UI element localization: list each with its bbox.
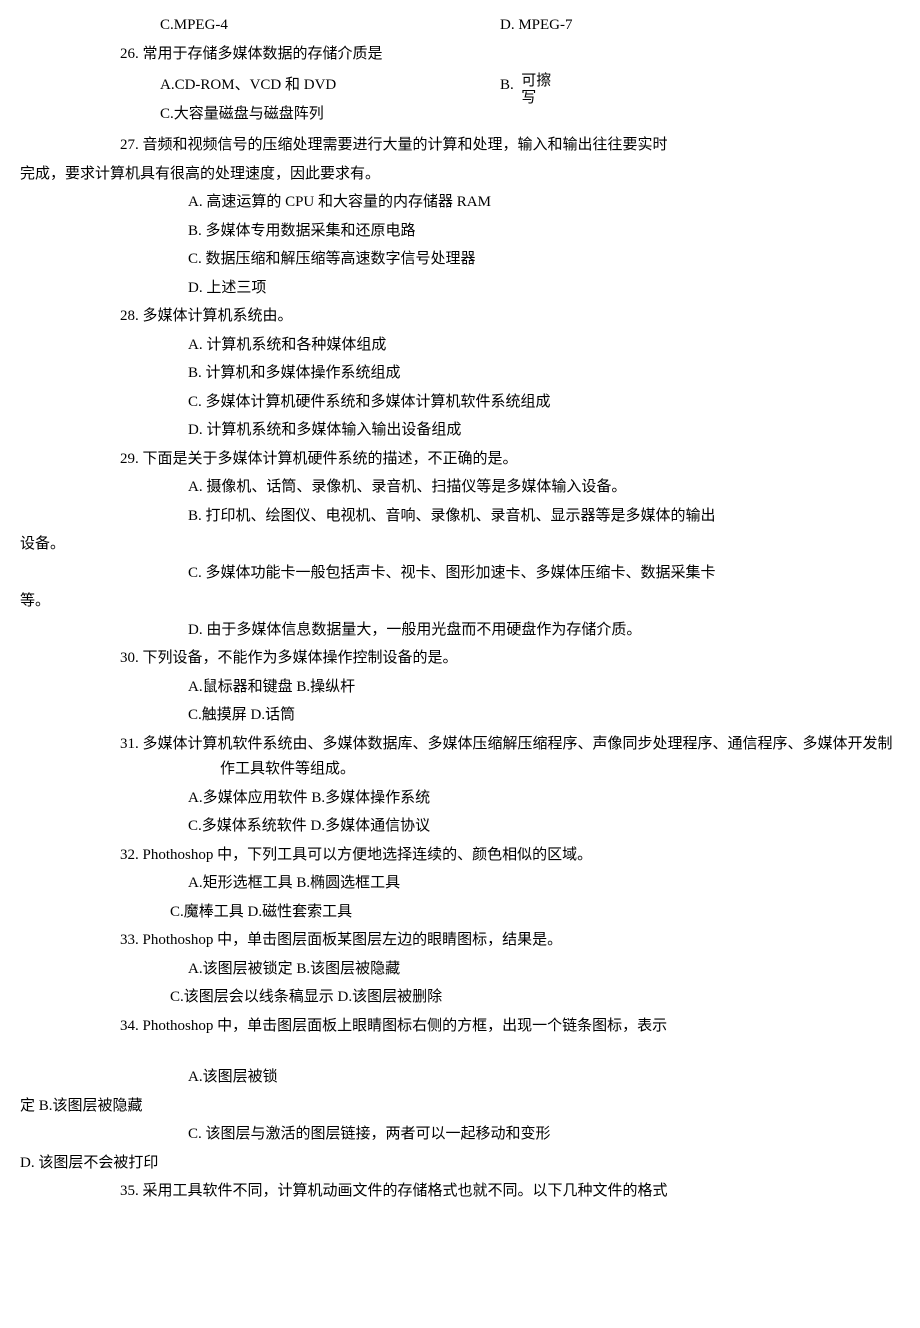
q27-stem-cont: 完成，要求计算机具有很高的处理速度，因此要求有。	[20, 162, 900, 188]
q27-option-b: B. 多媒体专用数据采集和还原电路	[120, 219, 900, 245]
q30-option-cd: C.触摸屏 D.话筒	[120, 703, 900, 729]
q33-option-ab: A.该图层被锁定 B.该图层被隐藏	[120, 957, 900, 983]
q28-option-d: D. 计算机系统和多媒体输入输出设备组成	[120, 418, 900, 444]
q34-stem: 34. Phothoshop 中，单击图层面板上眼睛图标右侧的方框，出现一个链条…	[120, 1014, 900, 1040]
q33-option-cd: C.该图层会以线条稿显示 D.该图层被删除	[120, 985, 900, 1011]
q26-option-c: C.大容量磁盘与磁盘阵列	[160, 102, 500, 128]
q29-stem: 29. 下面是关于多媒体计算机硬件系统的描述，不正确的是。	[120, 447, 900, 473]
q28-stem: 28. 多媒体计算机系统由。	[120, 304, 900, 330]
q27-option-a: A. 高速运算的 CPU 和大容量的内存储器 RAM	[120, 190, 900, 216]
q32-option-cd: C.魔棒工具 D.磁性套索工具	[120, 900, 900, 926]
q29-option-b-cont: 设备。	[20, 532, 900, 558]
q31-option-cd: C.多媒体系统软件 D.多媒体通信协议	[120, 814, 900, 840]
q27-option-c: C. 数据压缩和解压缩等高速数字信号处理器	[120, 247, 900, 273]
spacer	[20, 1042, 900, 1062]
option-c: C.MPEG-4	[120, 13, 500, 39]
q29-option-a: A. 摄像机、话筒、录像机、录音机、扫描仪等是多媒体输入设备。	[120, 475, 900, 501]
q28-option-c: C. 多媒体计算机硬件系统和多媒体计算机软件系统组成	[120, 390, 900, 416]
q28-option-a: A. 计算机系统和各种媒体组成	[120, 333, 900, 359]
q31-stem: 31. 多媒体计算机软件系统由、多媒体数据库、多媒体压缩解压缩程序、声像同步处理…	[120, 732, 900, 783]
q34-option-c: C. 该图层与激活的图层链接，两者可以一起移动和变形	[120, 1122, 900, 1148]
q32-option-ab: A.矩形选框工具 B.椭圆选框工具	[120, 871, 900, 897]
q29-option-b: B. 打印机、绘图仪、电视机、音响、录像机、录音机、显示器等是多媒体的输出	[120, 504, 900, 530]
q29-option-c-cont: 等。	[20, 589, 900, 615]
q30-option-ab: A.鼠标器和键盘 B.操纵杆	[120, 675, 900, 701]
q34-option-a-part2: 定 B.该图层被隐藏	[20, 1094, 900, 1120]
q34-option-a-part1: A.该图层被锁	[120, 1065, 900, 1091]
q27-option-d: D. 上述三项	[120, 276, 900, 302]
q26-option-a: A.CD-ROM、VCD 和 DVD	[160, 73, 500, 99]
option-d: D. MPEG-7	[500, 13, 900, 39]
q25-options-cd: C.MPEG-4 D. MPEG-7	[120, 13, 900, 39]
q30-stem: 30. 下列设备，不能作为多媒体操作控制设备的是。	[120, 646, 900, 672]
q31-option-ab: A.多媒体应用软件 B.多媒体操作系统	[120, 786, 900, 812]
q32-stem: 32. Phothoshop 中，下列工具可以方便地选择连续的、颜色相似的区域。	[120, 843, 900, 869]
q29-option-d: D. 由于多媒体信息数据量大，一般用光盘而不用硬盘作为存储介质。	[120, 618, 900, 644]
q35-stem: 35. 采用工具软件不同，计算机动画文件的存储格式也就不同。以下几种文件的格式	[120, 1179, 900, 1205]
q26-option-b: B. 可擦写	[500, 73, 900, 108]
q29-option-c: C. 多媒体功能卡一般包括声卡、视卡、图形加速卡、多媒体压缩卡、数据采集卡	[120, 561, 900, 587]
q28-option-b: B. 计算机和多媒体操作系统组成	[120, 361, 900, 387]
q33-stem: 33. Phothoshop 中，单击图层面板某图层左边的眼睛图标，结果是。	[120, 928, 900, 954]
q34-option-d: D. 该图层不会被打印	[20, 1151, 900, 1177]
q26-stem: 26. 常用于存储多媒体数据的存储介质是	[120, 42, 900, 68]
q27-stem: 27. 音频和视频信号的压缩处理需要进行大量的计算和处理，输入和输出往往要实时	[120, 133, 900, 159]
